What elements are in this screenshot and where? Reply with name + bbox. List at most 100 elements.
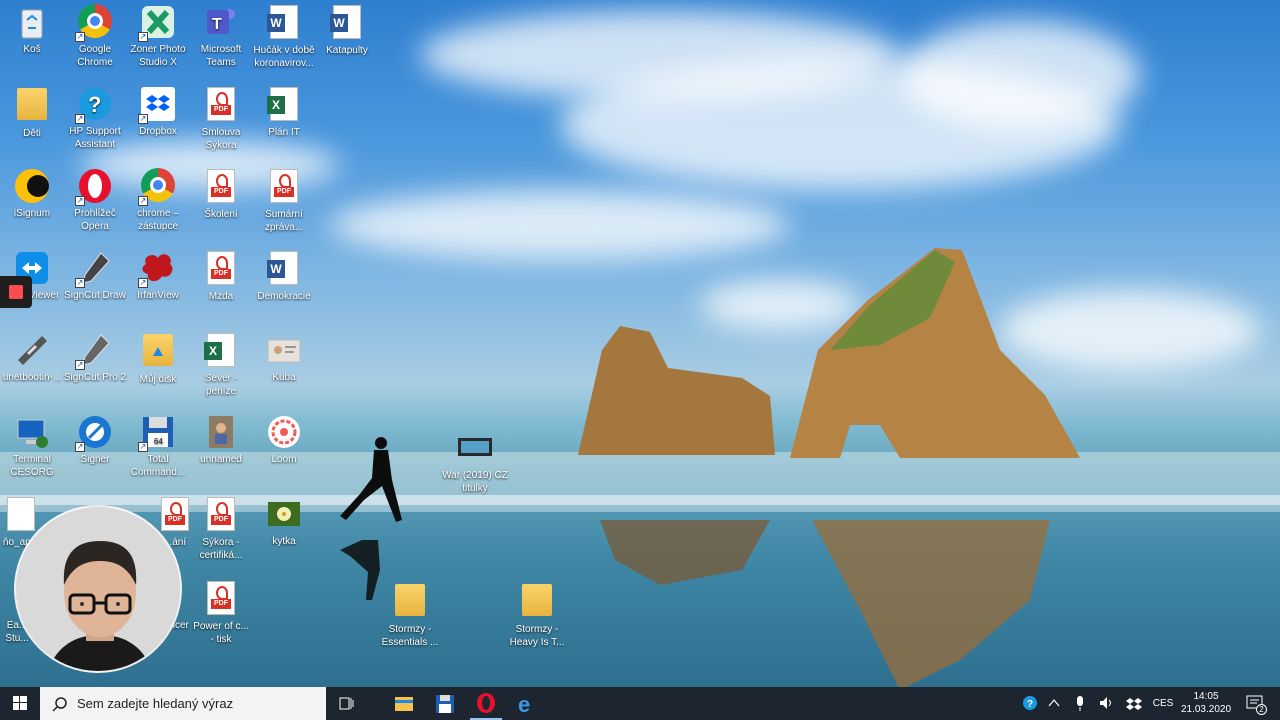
desktop-icon-sumarni-zprava[interactable]: PDF Sumární zpráva... <box>249 168 319 234</box>
image-icon <box>266 332 302 368</box>
dropbox-tray-icon[interactable] <box>1124 687 1144 720</box>
desktop-icon-signcut-pro[interactable]: ↗ SignCut Pro 2 <box>60 332 130 384</box>
search-icon <box>52 697 67 712</box>
taskbar-file-explorer[interactable] <box>384 687 424 720</box>
desktop-icon-sever-penize[interactable]: X Sever - peníze <box>186 332 256 398</box>
desktop-icon-power-of-c[interactable]: PDF Power of c... - tisk <box>186 580 256 646</box>
opera-icon: ↗ <box>75 168 113 206</box>
desktop-icon-label: Signer <box>80 454 110 465</box>
desktop-icon-label: Google Chrome <box>77 44 113 68</box>
start-button[interactable] <box>0 687 40 720</box>
folder-icon <box>392 584 428 620</box>
svg-text:T: T <box>212 16 222 33</box>
help-icon: ? ↗ <box>75 86 113 124</box>
desktop-icon-label: Sever - peníze <box>204 373 238 397</box>
clock-date: 21.03.2020 <box>1180 704 1232 715</box>
desktop-icon-kuba[interactable]: Kuba <box>249 332 319 384</box>
taskbar-opera[interactable] <box>466 687 506 720</box>
desktop-icon-chrome-shortcut[interactable]: ↗ chrome – zástupce <box>123 168 193 233</box>
desktop-icon-sykora-certifikat[interactable]: PDF Sýkora - certifiká... <box>186 496 256 562</box>
desktop-icon-label: unetbootin-... <box>2 372 62 383</box>
desktop[interactable]: Koš ↗ Google Chrome ↗ Zoner Photo Studio… <box>0 0 1280 687</box>
task-view-button[interactable] <box>326 687 366 720</box>
desktop-icon-stormzy-heavy[interactable]: Stormzy - Heavy Is T... <box>502 582 572 649</box>
desktop-icon-war-titulky[interactable]: War (2019) CZ titulky <box>440 430 510 495</box>
desktop-icon-label: SignCut Pro 2 <box>63 372 127 383</box>
desktop-icon-label: Total Command... <box>130 454 186 478</box>
desktop-icon-signcut-draw[interactable]: ↗ SignCut Draw <box>60 250 130 302</box>
desktop-icon-label: Dropbox <box>139 126 177 137</box>
show-hidden-icons-button[interactable] <box>1044 687 1064 720</box>
desktop-icon-unnamed[interactable]: unnamed <box>186 414 256 466</box>
desktop-icon-label: Smlouva Sýkora <box>201 127 241 151</box>
taskbar-edge[interactable]: e <box>507 687 547 720</box>
desktop-icon-google-chrome[interactable]: ↗ Google Chrome <box>60 4 130 69</box>
taskbar-clock[interactable]: 14:05 21.03.2020 <box>1176 690 1236 716</box>
task-view-icon <box>339 697 354 710</box>
desktop-icon-label: Sumární zpráva... <box>264 209 304 233</box>
desktop-icon-label: IrfanView <box>137 290 179 301</box>
taskbar-total-commander[interactable] <box>425 687 465 720</box>
desktop-icon-microsoft-teams[interactable]: T Microsoft Teams <box>186 4 256 69</box>
desktop-icon-kytka[interactable]: kytka <box>249 496 319 548</box>
desktop-icon-mzda[interactable]: PDF Mzda <box>186 250 256 303</box>
image-icon <box>203 414 239 450</box>
pdf-icon: PDF <box>266 169 302 205</box>
pdf-icon: PDF <box>203 87 239 123</box>
desktop-icon-label: Kuba <box>272 372 296 383</box>
chrome-icon: ↗ <box>75 4 113 42</box>
desktop-icon-label: Prohlížeč Opera <box>74 208 116 232</box>
desktop-icon-plan-it[interactable]: X Plán IT <box>249 86 319 139</box>
floppy-icon <box>436 695 454 713</box>
desktop-icon-terminal-cesorg[interactable]: Terminal CESORG <box>0 414 67 479</box>
desktop-icon-dropbox[interactable]: ↗ Dropbox <box>123 86 193 138</box>
desktop-icon-unetbootin[interactable]: unetbootin-... <box>0 332 67 384</box>
desktop-icon-skoleni[interactable]: PDF Školení <box>186 168 256 221</box>
desktop-icon-irfanview[interactable]: ↗ IrfanView <box>123 250 193 302</box>
desktop-icon-hp-support[interactable]: ? ↗ HP Support Assistant <box>60 86 130 151</box>
word-document-icon: W <box>329 5 365 41</box>
desktop-icon-label: Zoner Photo Studio X <box>130 44 186 68</box>
image-icon <box>266 496 302 532</box>
desktop-icon-label: Katapulty <box>326 45 368 56</box>
desktop-icon-total-commander[interactable]: 64 ↗ Total Command... <box>123 414 193 479</box>
desktop-icon-isignum[interactable]: iSignum <box>0 168 67 220</box>
terminal-icon <box>14 414 50 450</box>
desktop-icon-muj-disk[interactable]: Můj disk <box>123 332 193 386</box>
notification-icon <box>1246 695 1263 709</box>
folder-icon <box>395 697 413 711</box>
desktop-icon-deti[interactable]: Děti <box>0 86 67 140</box>
desktop-icon-label: iSignum <box>13 208 51 219</box>
desktop-icon-opera[interactable]: ↗ Prohlížeč Opera <box>60 168 130 233</box>
desktop-icon-label: Koš <box>23 44 41 55</box>
desktop-icon-loom[interactable]: Loom <box>249 414 319 466</box>
pdf-icon: PDF <box>203 497 239 533</box>
desktop-icon-label: unnamed <box>200 454 242 465</box>
desktop-icon-label: kytka <box>272 536 296 547</box>
pdf-icon: PDF <box>203 251 239 287</box>
dropbox-icon: ↗ <box>138 86 176 124</box>
desktop-icon-demokracie[interactable]: W Demokracie <box>249 250 319 303</box>
stop-recording-button[interactable] <box>0 276 32 308</box>
zoner-photo-icon: ↗ <box>138 4 176 42</box>
desktop-icon-katapulty[interactable]: W Katapulty <box>312 4 382 57</box>
microphone-tray-icon[interactable] <box>1070 687 1090 720</box>
desktop-icon-label: SignCut Draw <box>64 290 126 301</box>
desktop-icon-label: War (2019) CZ titulky <box>442 470 508 494</box>
desktop-icon-hucak-doc[interactable]: W Hučák v době koronavirov... <box>249 4 319 70</box>
help-tray-icon[interactable]: ? <box>1020 687 1040 720</box>
language-label: CES <box>1152 698 1174 709</box>
desktop-icon-zoner-photo[interactable]: ↗ Zoner Photo Studio X <box>123 4 193 69</box>
signer-icon: ↗ <box>75 414 113 452</box>
desktop-icon-recycle-bin[interactable]: Koš <box>0 4 67 56</box>
notification-center-button[interactable]: 2 <box>1240 687 1270 720</box>
taskbar: Sem zadejte hledaný výraz e ? CES 14:05 … <box>0 687 1280 720</box>
taskbar-search-box[interactable]: Sem zadejte hledaný výraz <box>40 687 326 720</box>
volume-tray-icon[interactable] <box>1096 687 1116 720</box>
input-language-indicator[interactable]: CES <box>1150 687 1176 720</box>
webcam-bubble[interactable] <box>14 505 182 673</box>
desktop-icon-stormzy-essentials[interactable]: Stormzy - Essentials ... <box>375 582 445 649</box>
desktop-icon-smlouva-sykora[interactable]: PDF Smlouva Sýkora <box>186 86 256 152</box>
notification-count-badge: 2 <box>1256 704 1267 715</box>
desktop-icon-signer[interactable]: ↗ Signer <box>60 414 130 466</box>
